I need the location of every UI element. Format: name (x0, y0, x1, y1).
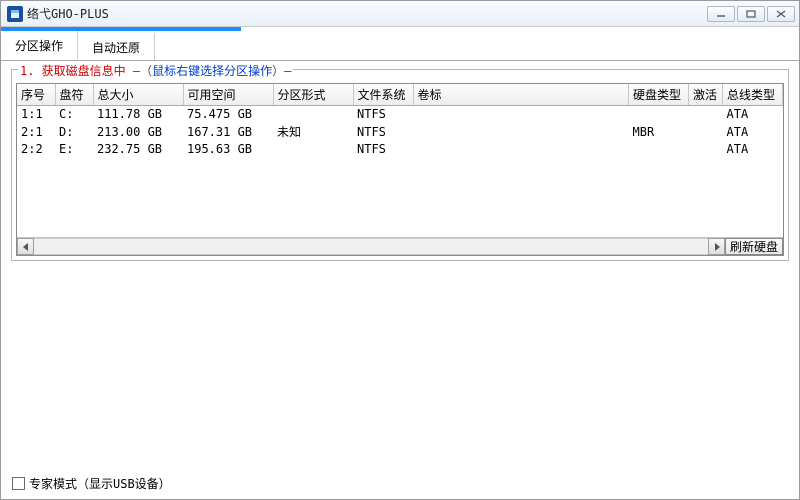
col-label[interactable]: 卷标 (413, 84, 629, 106)
close-button[interactable] (767, 6, 795, 22)
cell-seq: 2:2 (17, 141, 55, 157)
col-fs[interactable]: 文件系统 (353, 84, 413, 106)
cell-dtype: MBR (629, 122, 689, 141)
cell-ptype: 未知 (273, 122, 353, 141)
cell-drive: E: (55, 141, 93, 157)
scroll-right-button[interactable] (708, 238, 725, 255)
col-total[interactable]: 总大小 (93, 84, 183, 106)
legend-hint: 鼠标右键选择分区操作 (152, 64, 272, 78)
cell-seq: 1:1 (17, 106, 55, 123)
col-drive[interactable]: 盘符 (55, 84, 93, 106)
cell-active (689, 122, 723, 141)
window-title: 络弋GHO-PLUS (27, 5, 109, 22)
cell-label (413, 141, 629, 157)
table-row[interactable] (17, 157, 783, 173)
cell-total: 111.78 GB (93, 106, 183, 123)
col-bus[interactable]: 总线类型 (723, 84, 783, 106)
cell-ptype (273, 141, 353, 157)
cell-seq: 2:1 (17, 122, 55, 141)
legend-status: 1. 获取磁盘信息中 (20, 64, 126, 78)
tab-auto-restore[interactable]: 自动还原 (78, 33, 155, 60)
table-row[interactable]: 2:2E:232.75 GB195.63 GB NTFS ATA (17, 141, 783, 157)
maximize-button[interactable] (737, 6, 765, 22)
disk-table[interactable]: 序号 盘符 总大小 可用空间 分区形式 文件系统 卷标 硬盘类型 激活 总线类型… (17, 84, 783, 237)
cell-active (689, 106, 723, 123)
cell-label (413, 122, 629, 141)
tab-partition-ops[interactable]: 分区操作 (1, 31, 78, 60)
table-row[interactable]: 2:1D:213.00 GB167.31 GB未知NTFS MBR ATA (17, 122, 783, 141)
refresh-disks-button[interactable]: 刷新硬盘 (725, 238, 783, 255)
scroll-left-button[interactable] (17, 238, 34, 255)
titlebar-left: 络弋GHO-PLUS (7, 5, 109, 22)
cell-drive: C: (55, 106, 93, 123)
window-controls (707, 6, 795, 22)
cell-drive: D: (55, 122, 93, 141)
scroll-track[interactable] (34, 238, 708, 255)
expert-mode-label: 专家模式（显示USB设备） (29, 475, 171, 492)
cell-bus: ATA (723, 106, 783, 123)
accent-bar (1, 27, 241, 31)
minimize-icon (716, 10, 726, 18)
disk-info-fieldset: 1. 获取磁盘信息中 —（鼠标右键选择分区操作）— 序号 盘符 总大小 可用空间… (11, 69, 789, 261)
tab-strip: 分区操作 自动还原 (1, 27, 799, 61)
cell-free: 195.63 GB (183, 141, 273, 157)
cell-bus: ATA (723, 122, 783, 141)
title-bar: 络弋GHO-PLUS (1, 1, 799, 27)
cell-label (413, 106, 629, 123)
disk-table-wrap: 序号 盘符 总大小 可用空间 分区形式 文件系统 卷标 硬盘类型 激活 总线类型… (16, 83, 784, 256)
content-area: 1. 获取磁盘信息中 —（鼠标右键选择分区操作）— 序号 盘符 总大小 可用空间… (1, 61, 799, 265)
cell-fs: NTFS (353, 141, 413, 157)
table-footer-bar: 刷新硬盘 (17, 237, 783, 255)
legend-sep: —（ (126, 64, 152, 78)
col-free[interactable]: 可用空间 (183, 84, 273, 106)
cell-fs: NTFS (353, 106, 413, 123)
fieldset-legend: 1. 获取磁盘信息中 —（鼠标右键选择分区操作）— (18, 62, 293, 79)
app-icon (7, 6, 23, 22)
footer: 专家模式（显示USB设备） (12, 475, 171, 492)
chevron-left-icon (23, 240, 29, 254)
col-active[interactable]: 激活 (689, 84, 723, 106)
table-row[interactable] (17, 173, 783, 189)
expert-mode-checkbox[interactable] (12, 477, 25, 490)
legend-end: ）— (272, 64, 291, 78)
cell-active (689, 141, 723, 157)
cell-dtype (629, 106, 689, 123)
cell-ptype (273, 106, 353, 123)
table-row[interactable] (17, 205, 783, 221)
close-icon (776, 10, 786, 18)
col-ptype[interactable]: 分区形式 (273, 84, 353, 106)
cell-free: 167.31 GB (183, 122, 273, 141)
cell-total: 232.75 GB (93, 141, 183, 157)
table-row[interactable] (17, 221, 783, 237)
maximize-icon (746, 10, 756, 18)
col-seq[interactable]: 序号 (17, 84, 55, 106)
minimize-button[interactable] (707, 6, 735, 22)
col-dtype[interactable]: 硬盘类型 (629, 84, 689, 106)
table-row[interactable]: 1:1C:111.78 GB75.475 GB NTFS ATA (17, 106, 783, 123)
table-row[interactable] (17, 189, 783, 205)
cell-bus: ATA (723, 141, 783, 157)
cell-fs: NTFS (353, 122, 413, 141)
chevron-right-icon (714, 240, 720, 254)
cell-free: 75.475 GB (183, 106, 273, 123)
cell-dtype (629, 141, 689, 157)
cell-total: 213.00 GB (93, 122, 183, 141)
